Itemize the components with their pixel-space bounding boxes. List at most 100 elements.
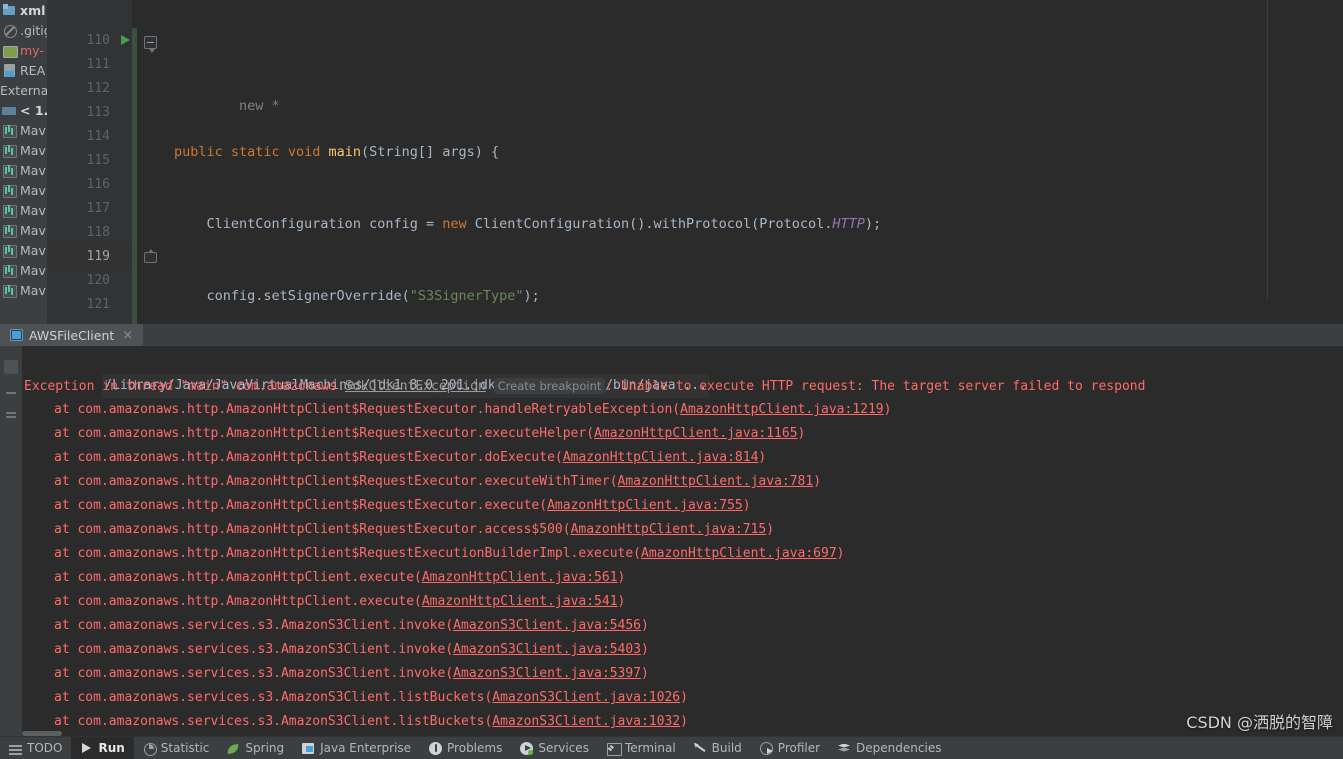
editor-gutter[interactable]: 110 111 112 113 114 115 116 117 118 119 120 121 [47,0,132,324]
stack-frame-source-link[interactable]: AmazonS3Client.java:5403 [453,642,641,657]
maven-library-icon [2,183,17,198]
status-bar-item-label: Spring [245,741,285,755]
stack-frame-source-link[interactable]: AmazonHttpClient.java:715 [571,522,767,537]
print-icon[interactable] [4,408,18,422]
stack-frame-source-link[interactable]: AmazonS3Client.java:1026 [492,690,680,705]
folding-and-change-strip[interactable] [132,0,162,324]
setsigner-call: config.setSignerOverride( [206,288,410,304]
project-tree-item[interactable]: .gitig [0,20,47,40]
run-icon [80,742,93,755]
method-name-main: main [328,144,362,160]
maven-library-icon [2,203,17,218]
run-gutter-icon[interactable] [121,35,130,45]
code-line-110[interactable]: public static void main(String[] args) { [162,140,1343,164]
gutter-line-number[interactable]: 117 [47,196,132,220]
gutter-line-number[interactable]: 120 [47,268,132,292]
line-number-label: 119 [86,248,110,264]
project-tree-item[interactable]: Mav [0,220,47,240]
gutter-line-number[interactable]: 116 [47,172,132,196]
run-toolbar[interactable] [0,324,22,736]
project-tree-item-label: Mav [20,242,46,258]
stack-frame-source-link[interactable]: AmazonHttpClient.java:541 [422,594,618,609]
close-icon[interactable]: × [122,328,133,343]
project-tree-item[interactable]: < 1.8 [0,100,47,120]
status-bar-item-label: Services [538,741,589,755]
gutter-line-number[interactable]: 114 [47,124,132,148]
status-bar-item-run[interactable]: Run [71,736,134,759]
readme-file-icon [2,63,17,78]
status-bar-item-todo[interactable]: TODO [0,737,71,759]
status-bar-item-label: Terminal [624,741,676,755]
dependencies-icon [838,742,851,755]
stack-frame-source-link[interactable]: AmazonHttpClient.java:755 [547,498,743,513]
stack-frame-source-link[interactable]: AmazonS3Client.java:5397 [453,666,641,681]
project-tree-item[interactable]: REA [0,60,47,80]
signer-type-string: "S3SignerType" [409,288,524,304]
run-tab-awsfileclient[interactable]: AWSFileClient × [0,324,144,346]
project-tree-item-label: Mav [20,122,46,138]
stack-frame-suffix: ) [883,402,892,417]
gutter-spacer [47,0,132,28]
code-line-109-tail[interactable]: new * [162,64,1343,114]
gutter-line-number[interactable]: 119 [47,244,132,268]
status-bar-item-problems[interactable]: Problems [420,737,511,759]
gutter-line-number[interactable]: 121 [47,292,132,316]
stack-trace-line: at com.amazonaws.http.AmazonHttpClient$R… [22,422,1343,446]
status-bar-item-build[interactable]: Build [685,737,751,759]
status-bar-item-dependencies[interactable]: Dependencies [829,737,950,759]
code-line-112[interactable]: config.setSignerOverride("S3SignerType")… [162,284,1343,308]
project-tree-item[interactable]: Externa [0,80,47,100]
stack-frame-text: at com.amazonaws.services.s3.AmazonS3Cli… [54,666,454,681]
project-tree-item[interactable]: Mav [0,160,47,180]
stack-frame-source-link[interactable]: AmazonHttpClient.java:561 [422,570,618,585]
project-tree-item[interactable]: Mav [0,120,47,140]
stack-frame-text: at com.amazonaws.services.s3.AmazonS3Cli… [54,618,454,633]
project-tree-item[interactable]: Mav [0,140,47,160]
gutter-line-number[interactable]: 113 [47,100,132,124]
project-tree-item[interactable]: Mav [0,280,47,300]
gutter-line-number[interactable]: 112 [47,76,132,100]
stack-frame-source-link[interactable]: AmazonHttpClient.java:1165 [594,426,798,441]
project-tree-item[interactable]: Mav [0,240,47,260]
code-fold-close-icon[interactable] [144,249,157,263]
line-number-label: 121 [86,296,110,312]
project-tree-item[interactable]: xml [0,0,47,20]
todo-icon [9,742,22,755]
stack-frame-suffix: ) [836,546,845,561]
project-tree-item[interactable]: Mav [0,200,47,220]
stack-frame-source-link[interactable]: AmazonS3Client.java:5456 [453,618,641,633]
right-margin-guide [1267,0,1268,300]
code-fold-open-icon[interactable] [144,36,157,53]
create-breakpoint-hint[interactable]: Create breakpoint [493,378,606,394]
gutter-line-number[interactable]: 118 [47,220,132,244]
stack-frame-source-link[interactable]: AmazonS3Client.java:1032 [492,714,680,729]
profiler-icon [759,741,773,755]
project-tree-item[interactable]: Mav [0,180,47,200]
code-text[interactable]: new * public static void main(String[] a… [162,0,1343,324]
gutter-line-number[interactable]: 110 [47,28,132,52]
stack-frame-source-link[interactable]: AmazonHttpClient.java:781 [618,474,814,489]
code-line-111[interactable]: ClientConfiguration config = new ClientC… [162,212,1343,236]
status-bar-item-profiler[interactable]: Profiler [751,737,829,759]
project-tool-window[interactable]: xml .gitig my- REA Externa < 1.8 Mav Mav Mav Mav M… [0,0,47,324]
status-bar-item-services[interactable]: Services [511,737,598,759]
rerun-icon[interactable] [4,360,18,374]
exception-class-link[interactable]: SdkClientException [345,379,486,394]
gutter-line-number[interactable]: 111 [47,52,132,76]
stop-icon[interactable] [4,386,18,400]
console-output[interactable]: /Library/Java/JavaVirtualMachines/jdk1.8… [22,346,1343,736]
stack-frame-source-link[interactable]: AmazonHttpClient.java:814 [563,450,759,465]
status-bar-item-terminal[interactable]: Terminal [598,737,685,759]
project-tree-item[interactable]: Mav [0,260,47,280]
status-bar-item-java-enterprise[interactable]: Java Enterprise [293,737,420,759]
stack-frame-source-link[interactable]: AmazonHttpClient.java:697 [641,546,837,561]
stack-frame-suffix: ) [617,594,626,609]
project-tree-item[interactable]: my- [0,40,47,60]
maven-library-icon [2,143,17,158]
stack-trace-line: at com.amazonaws.http.AmazonHttpClient$R… [22,398,1343,422]
status-bar-item-spring[interactable]: Spring [218,737,293,759]
gutter-line-number[interactable]: 115 [47,148,132,172]
stack-frame-source-link[interactable]: AmazonHttpClient.java:1219 [680,402,884,417]
status-bar-item-statistic[interactable]: Statistic [134,737,219,759]
exception-prefix: Exception in thread "main" com.amazonaws… [24,379,345,394]
